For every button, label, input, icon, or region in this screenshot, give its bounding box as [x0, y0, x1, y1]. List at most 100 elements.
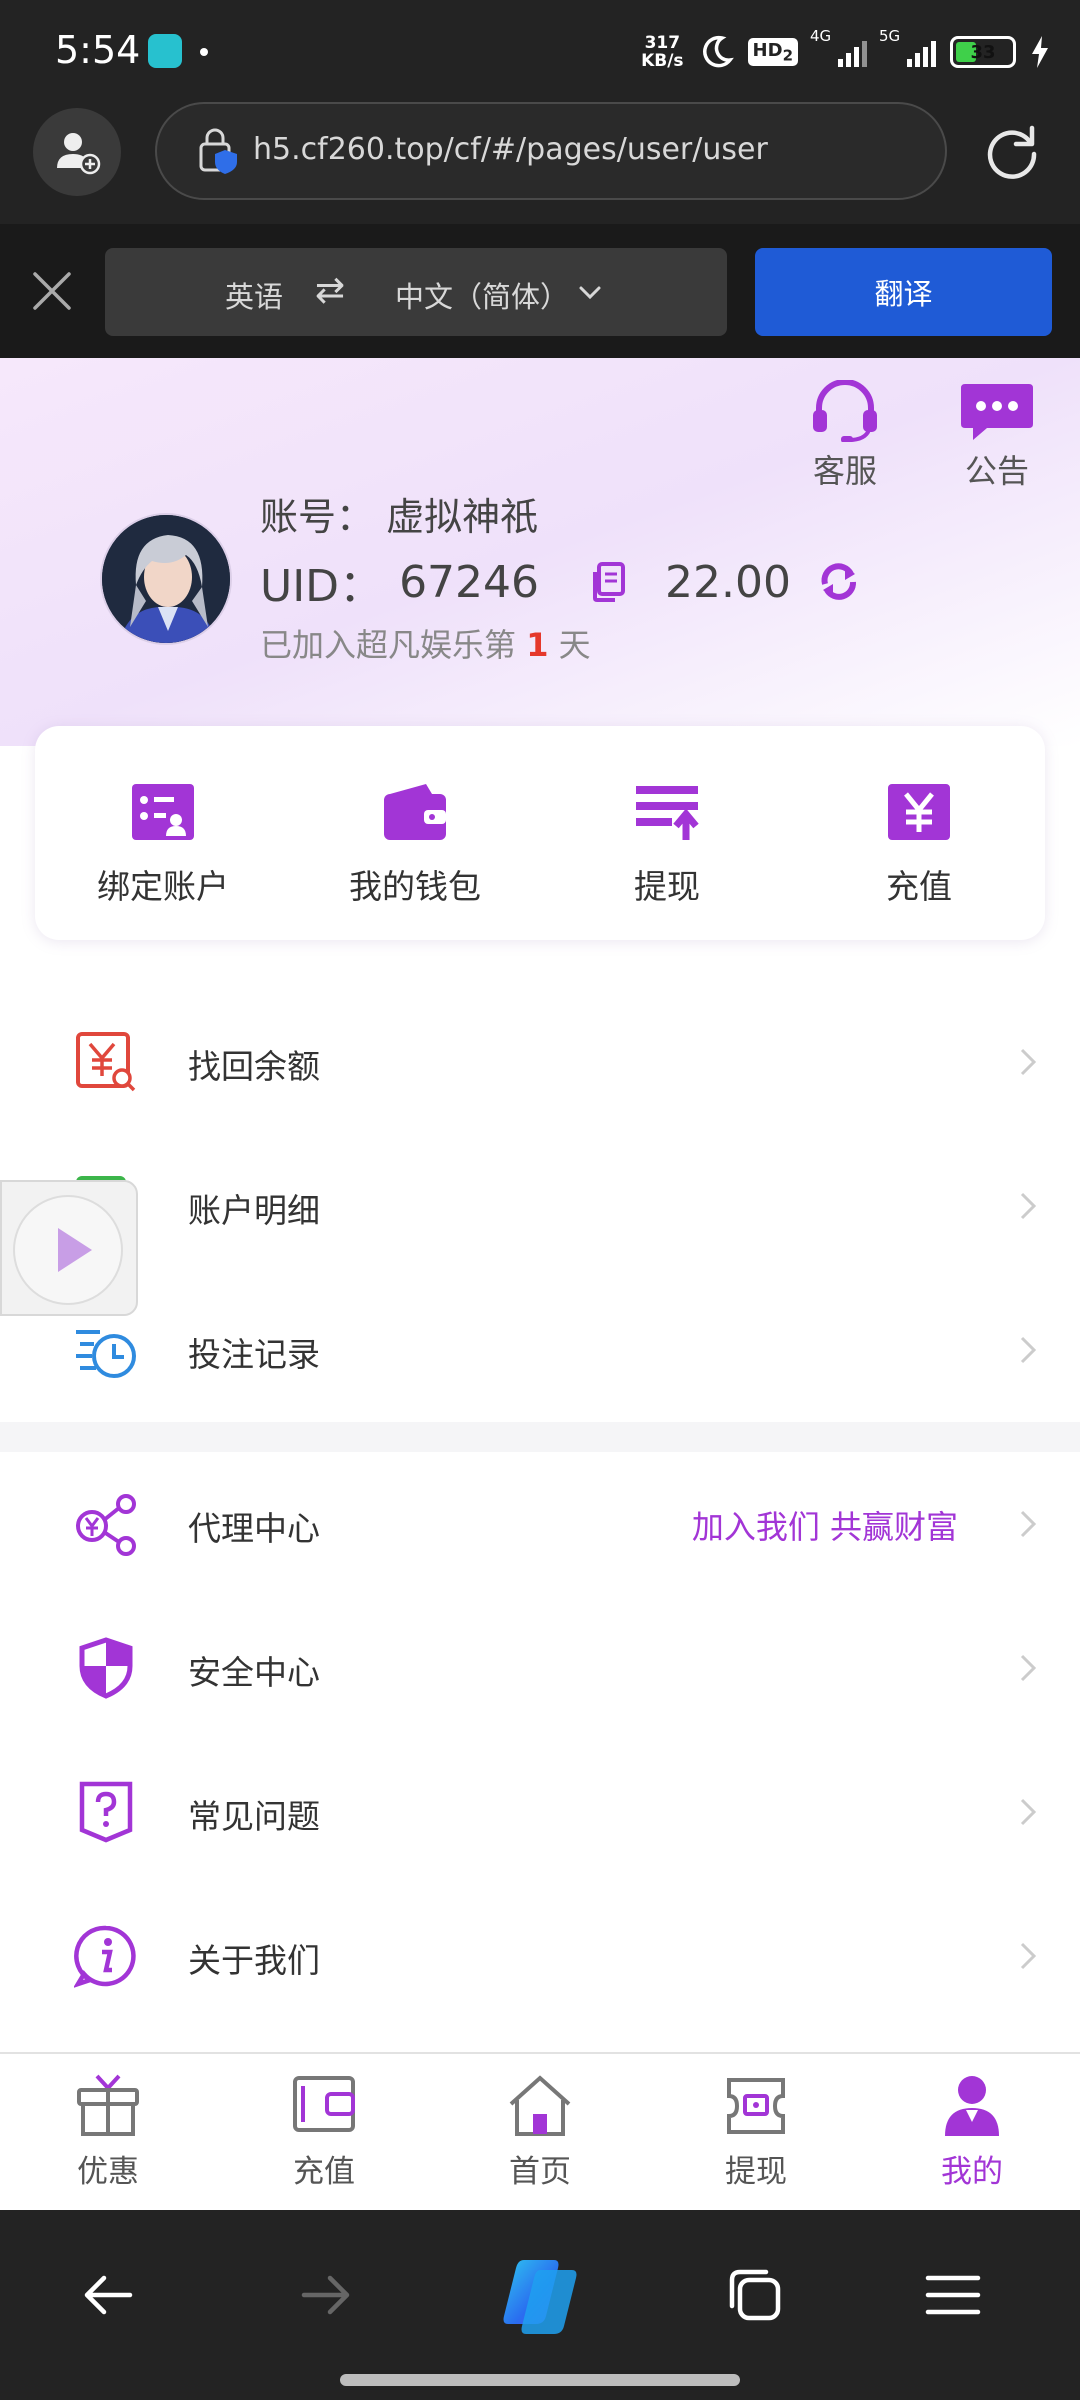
- translate-close-button[interactable]: [25, 264, 79, 318]
- menu-icon[interactable]: [918, 2260, 988, 2330]
- bottom-navigation: 优惠 充值 首页 提现 我的: [0, 2052, 1080, 2210]
- chevron-down-icon: [579, 286, 601, 300]
- status-bar: 5:54 317 KB/s HD2 4G 5G 33: [0, 0, 1080, 100]
- gift-icon: [77, 2074, 139, 2136]
- menu-recover-balance[interactable]: 找回余额: [0, 990, 1080, 1134]
- nav-withdraw[interactable]: 提现: [696, 2074, 816, 2191]
- recharge-label: 充值: [886, 867, 952, 906]
- copilot-icon[interactable]: [494, 2250, 586, 2342]
- gesture-home-pill[interactable]: [340, 2374, 740, 2386]
- floating-play-button[interactable]: [0, 1180, 138, 1316]
- nav-label: 充值: [293, 2154, 355, 2190]
- moon-icon: [702, 35, 734, 68]
- menu-account-details[interactable]: 账户明细: [0, 1134, 1080, 1278]
- menu-about-us[interactable]: 关于我们: [0, 1884, 1080, 2028]
- account-name: 虚拟神祇: [386, 495, 539, 539]
- bind-account-button[interactable]: 绑定账户: [63, 782, 263, 908]
- wallet-label: 我的钱包: [349, 867, 481, 906]
- back-arrow-icon[interactable]: [74, 2260, 144, 2330]
- chevron-right-icon: [1020, 1942, 1037, 1970]
- message-icon: [961, 384, 1033, 440]
- headset-icon: [813, 380, 877, 442]
- days-prefix: 已加入超凡娱乐第: [260, 626, 517, 664]
- member-days: 已加入超凡娱乐第 1 天: [260, 620, 591, 666]
- recharge-button[interactable]: 充值: [819, 782, 1019, 908]
- notification-dot-icon: [200, 48, 208, 56]
- home-icon: [509, 2075, 571, 2136]
- bind-account-icon: [132, 784, 194, 840]
- announcement-label: 公告: [964, 452, 1029, 490]
- withdraw-icon: [636, 786, 699, 840]
- forward-arrow-icon[interactable]: [290, 2260, 360, 2330]
- charging-icon: [1032, 36, 1048, 68]
- shield-icon: [79, 1637, 133, 1699]
- menu-agent-center[interactable]: 代理中心 加入我们 共赢财富: [0, 1452, 1080, 1596]
- signal-5g-icon: 5G: [879, 27, 936, 67]
- quick-actions-card: 绑定账户 我的钱包 提现 充值: [35, 726, 1045, 940]
- agent-center-icon: [76, 1494, 136, 1556]
- withdraw-button[interactable]: 提现: [567, 782, 767, 908]
- user-icon: [945, 2076, 999, 2136]
- network-speed-value: 317: [644, 33, 681, 53]
- target-language[interactable]: 中文（简体）: [395, 274, 569, 316]
- swap-languages-icon[interactable]: ⇄: [315, 270, 345, 311]
- tabs-icon[interactable]: [720, 2260, 790, 2330]
- refresh-balance-icon[interactable]: [817, 560, 861, 604]
- avatar[interactable]: [100, 513, 232, 645]
- nav-promotions[interactable]: 优惠: [48, 2074, 168, 2191]
- profile-button[interactable]: [33, 108, 121, 196]
- hd-sub: 2: [782, 46, 793, 65]
- address-bar[interactable]: h5.cf260.top/cf/#/pages/user/user: [155, 102, 947, 200]
- browser-bottom-bar: [0, 2210, 1080, 2400]
- chevron-right-icon: [1020, 1192, 1037, 1220]
- agent-promo-text: 加入我们 共赢财富: [691, 1508, 958, 1546]
- close-icon: [33, 272, 71, 310]
- nav-label: 提现: [725, 2154, 787, 2190]
- battery-icon: 33: [950, 36, 1016, 68]
- nav-mine[interactable]: 我的: [912, 2074, 1032, 2191]
- menu-security-center[interactable]: 安全中心: [0, 1596, 1080, 1740]
- days-suffix: 天: [558, 626, 591, 664]
- status-time: 5:54: [55, 28, 141, 72]
- signal-4g-icon: 4G: [810, 27, 867, 67]
- ticket-icon: [727, 2078, 785, 2134]
- url-text: h5.cf260.top/cf/#/pages/user/user: [253, 132, 768, 167]
- chevron-right-icon: [1020, 1048, 1037, 1076]
- menu-faq[interactable]: 常见问题: [0, 1740, 1080, 1884]
- nav-home[interactable]: 首页: [480, 2074, 600, 2191]
- translate-button[interactable]: 翻译: [755, 248, 1052, 336]
- hd-label: HD: [752, 39, 783, 61]
- recover-balance-icon: [76, 1032, 136, 1092]
- uid-prefix: UID：: [260, 561, 384, 612]
- translate-bar: 英语 ⇄ 中文（简体） 翻译: [0, 224, 1080, 358]
- nav-recharge[interactable]: 充值: [264, 2074, 384, 2191]
- reload-button[interactable]: [978, 118, 1046, 186]
- add-profile-icon: [57, 133, 101, 175]
- site-security-icon: [199, 128, 237, 174]
- announcement-button[interactable]: 公告: [942, 380, 1052, 492]
- account-prefix: 账号：: [260, 495, 375, 539]
- language-selector[interactable]: 英语 ⇄ 中文（简体）: [105, 248, 727, 336]
- menu-label: 找回余额: [188, 1047, 320, 1086]
- withdraw-label: 提现: [634, 867, 700, 906]
- user-header: 客服 公告 账号： 虚拟神祇 UID： 67246 22.00 已加入超凡娱乐第…: [0, 358, 1080, 746]
- days-number: 1: [526, 626, 549, 664]
- recharge-icon: [888, 784, 950, 840]
- customer-service-button[interactable]: 客服: [790, 380, 900, 492]
- wallet-icon: [384, 784, 446, 840]
- customer-service-label: 客服: [812, 452, 877, 490]
- menu-label: 投注记录: [188, 1335, 320, 1374]
- nav-label: 首页: [509, 2154, 571, 2190]
- copy-icon[interactable]: [589, 560, 629, 604]
- chevron-right-icon: [1020, 1510, 1037, 1538]
- menu-label: 账户明细: [188, 1191, 320, 1230]
- menu-bet-records[interactable]: 投注记录: [0, 1278, 1080, 1422]
- source-language[interactable]: 英语: [225, 274, 283, 316]
- hd-voice-badge: HD2: [747, 37, 798, 67]
- wallet-button[interactable]: 我的钱包: [315, 782, 515, 908]
- chevron-right-icon: [1020, 1336, 1037, 1364]
- nav-label: 我的: [941, 2154, 1003, 2190]
- info-icon: [74, 1925, 136, 1988]
- signal-4g-label: 4G: [810, 27, 832, 45]
- menu-label: 代理中心: [188, 1509, 320, 1548]
